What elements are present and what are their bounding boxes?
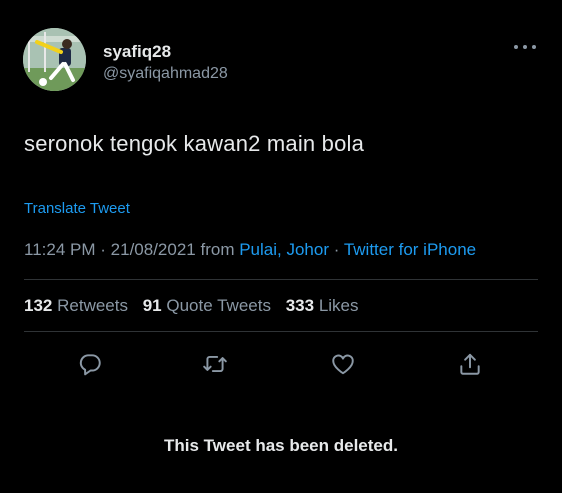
deleted-notice: This Tweet has been deleted. bbox=[164, 436, 398, 455]
location-link[interactable]: Pulai, Johor bbox=[239, 240, 329, 259]
retweet-button[interactable] bbox=[197, 346, 233, 382]
retweets-label: Retweets bbox=[57, 296, 128, 315]
more-button[interactable] bbox=[512, 40, 538, 54]
tweet-date[interactable]: 21/08/2021 bbox=[111, 240, 196, 259]
meta-separator: · bbox=[100, 240, 106, 259]
reply-button[interactable] bbox=[72, 346, 108, 382]
quote-tweets-count: 91 bbox=[142, 296, 162, 315]
tweet-time[interactable]: 11:24 PM bbox=[24, 240, 96, 259]
retweet-icon bbox=[203, 355, 227, 373]
user-info: syafiq28 @syafiqahmad28 bbox=[103, 42, 228, 84]
divider bbox=[24, 279, 538, 280]
heart-icon bbox=[332, 354, 354, 375]
translate-tweet-link[interactable]: Translate Tweet bbox=[24, 200, 130, 217]
avatar-photo bbox=[23, 28, 86, 91]
more-icon bbox=[514, 45, 536, 49]
display-name[interactable]: syafiq28 bbox=[103, 42, 228, 62]
avatar[interactable] bbox=[23, 28, 86, 91]
likes-stat[interactable]: 333 Likes bbox=[286, 296, 359, 316]
action-bar bbox=[24, 346, 538, 382]
retweets-stat[interactable]: 132 Retweets bbox=[24, 296, 128, 316]
tweet-metadata: 11:24 PM · 21/08/2021 from Pulai, Johor … bbox=[24, 240, 476, 260]
retweets-count: 132 bbox=[24, 296, 53, 315]
quote-tweets-stat[interactable]: 91 Quote Tweets bbox=[143, 296, 271, 316]
tweet-text: seronok tengok kawan2 main bola bbox=[24, 131, 365, 156]
divider bbox=[24, 331, 538, 332]
likes-count: 333 bbox=[285, 296, 315, 315]
share-icon bbox=[460, 353, 480, 375]
from-label: from bbox=[200, 240, 235, 259]
quote-tweets-label: Quote Tweets bbox=[166, 296, 271, 315]
tweet-stats: 132 Retweets 91 Quote Tweets 333 Likes bbox=[24, 296, 369, 316]
source-link[interactable]: Twitter for iPhone bbox=[344, 240, 476, 259]
reply-icon bbox=[79, 354, 101, 376]
likes-label: Likes bbox=[318, 296, 359, 315]
like-button[interactable] bbox=[325, 346, 361, 382]
user-handle[interactable]: @syafiqahmad28 bbox=[103, 64, 228, 84]
share-button[interactable] bbox=[452, 346, 488, 382]
meta-separator: · bbox=[333, 240, 340, 259]
